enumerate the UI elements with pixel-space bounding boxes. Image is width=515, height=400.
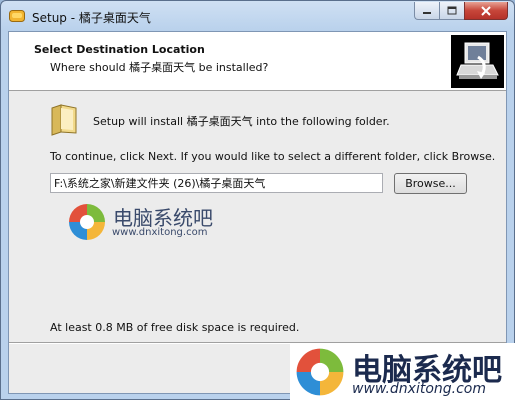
minimize-button[interactable] xyxy=(414,2,439,20)
title-bar[interactable]: Setup - 橘子桌面天气 xyxy=(1,1,514,31)
watermark-url: www.dnxitong.com xyxy=(352,381,487,397)
maximize-button[interactable] xyxy=(439,2,464,20)
continue-instructions: To continue, click Next. If you would li… xyxy=(50,150,496,163)
wizard-client-area: Select Destination Location Where should… xyxy=(8,31,507,394)
minimize-icon xyxy=(423,11,431,14)
computer-install-icon xyxy=(451,35,504,88)
page-subtitle: Where should 橘子桌面天气 be installed? xyxy=(50,61,269,74)
watermark-logo-icon xyxy=(296,348,344,396)
disk-space-note: At least 0.8 MB of free disk space is re… xyxy=(50,321,300,334)
watermark-url: www.dnxitong.com xyxy=(112,227,208,238)
close-icon xyxy=(481,5,491,16)
maximize-icon xyxy=(447,6,457,15)
app-icon xyxy=(9,9,25,23)
close-button[interactable] xyxy=(464,2,508,20)
destination-path-input[interactable] xyxy=(50,173,383,193)
install-message: Setup will install 橘子桌面天气 into the follo… xyxy=(93,115,390,128)
wizard-header: Select Destination Location Where should… xyxy=(9,32,506,91)
watermark-overlay: 电脑系统吧 www.dnxitong.com xyxy=(67,202,237,246)
browse-button[interactable]: Browse... xyxy=(394,173,467,194)
watermark-logo-icon xyxy=(69,204,105,240)
window-title: Setup - 橘子桌面天气 xyxy=(32,11,151,25)
watermark-corner: 电脑系统吧 www.dnxitong.com xyxy=(290,343,515,400)
folder-icon xyxy=(49,102,79,136)
page-title: Select Destination Location xyxy=(34,43,205,56)
setup-window: Setup - 橘子桌面天气 Select Destination Locati… xyxy=(0,0,515,400)
caption-buttons xyxy=(414,2,508,21)
